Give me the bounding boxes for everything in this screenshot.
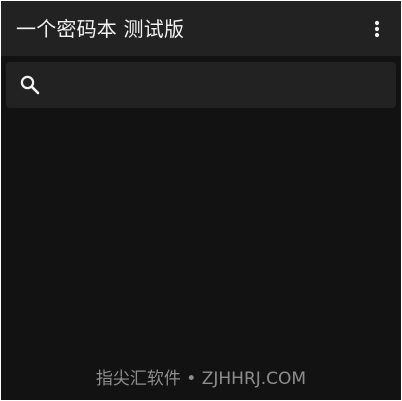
app-window: 一个密码本 测试版 指尖汇软件 • ZJHHRJ.COM <box>1 1 401 400</box>
search-bar[interactable] <box>6 62 396 108</box>
app-bar: 一个密码本 测试版 <box>1 1 401 56</box>
search-icon <box>20 75 40 95</box>
app-title: 一个密码本 测试版 <box>16 16 185 41</box>
more-vert-icon <box>374 20 380 38</box>
search-input[interactable] <box>54 70 388 102</box>
watermark: 指尖汇软件 • ZJHHRJ.COM <box>95 369 307 389</box>
more-options-button[interactable] <box>357 9 397 49</box>
